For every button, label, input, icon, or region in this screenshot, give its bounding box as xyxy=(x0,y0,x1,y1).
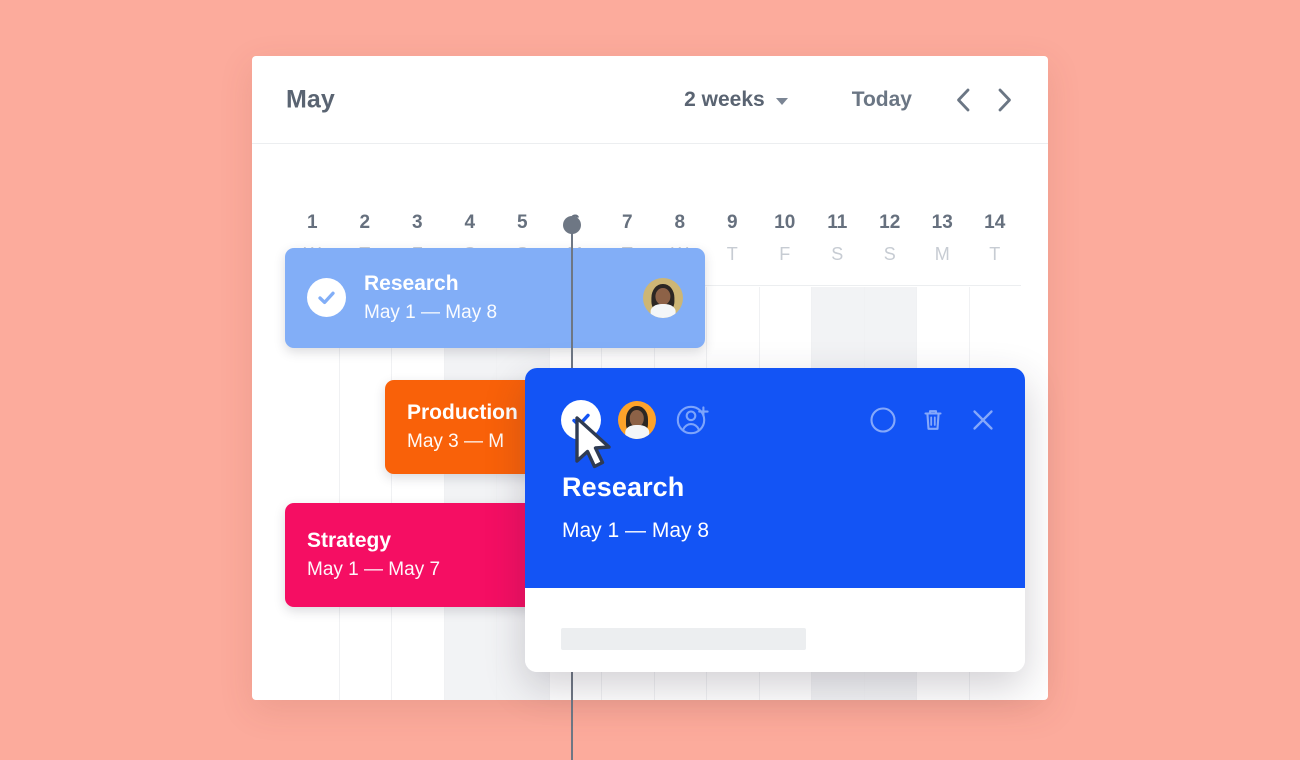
date-header-cell[interactable]: 14 T xyxy=(969,144,1022,285)
task-detail-popup: Research May 1 — May 8 xyxy=(525,368,1025,672)
date-number: 12 xyxy=(879,212,901,233)
date-weekday: F xyxy=(779,244,791,264)
toolbar-controls: 2 weeks Today xyxy=(678,81,1024,119)
chevron-right-icon xyxy=(998,88,1011,111)
date-header-cell[interactable]: 11 S xyxy=(811,144,864,285)
grid-line xyxy=(496,287,497,700)
date-number: 13 xyxy=(931,212,953,233)
date-header-cell[interactable]: 10 F xyxy=(759,144,812,285)
chevron-down-icon xyxy=(775,97,788,105)
range-select-dropdown[interactable]: 2 weeks xyxy=(678,84,794,116)
date-header-cell[interactable]: 12 S xyxy=(864,144,917,285)
grid-line xyxy=(391,287,392,700)
date-weekday: S xyxy=(831,244,844,264)
prev-period-button[interactable] xyxy=(944,81,982,119)
date-number: 8 xyxy=(674,212,686,233)
date-number: 3 xyxy=(411,212,423,233)
popup-body xyxy=(525,588,1025,672)
close-icon xyxy=(973,410,993,430)
avatar[interactable] xyxy=(643,277,683,318)
task-bar-research[interactable]: Research May 1 — May 8 xyxy=(285,248,705,348)
date-number: 11 xyxy=(827,212,848,233)
date-header-cell[interactable]: 9T xyxy=(706,144,759,285)
grid-line xyxy=(338,287,340,700)
grid-line xyxy=(443,287,445,700)
popup-content-placeholder xyxy=(561,628,806,650)
date-number: 5 xyxy=(516,212,528,233)
close-button[interactable] xyxy=(969,406,997,434)
check-circle-icon xyxy=(318,292,335,305)
chevron-left-icon xyxy=(957,88,970,111)
trash-icon xyxy=(924,410,942,430)
next-period-button[interactable] xyxy=(986,81,1024,119)
avatar-illustration xyxy=(643,278,683,318)
date-weekday: T xyxy=(989,244,1001,264)
date-number: 14 xyxy=(984,212,1006,233)
popup-task-dates: May 1 — May 8 xyxy=(562,519,710,542)
avatar[interactable] xyxy=(618,401,656,439)
check-circle-icon xyxy=(572,413,590,427)
avatar-illustration xyxy=(618,401,656,439)
add-person-icon xyxy=(676,405,709,435)
today-button[interactable]: Today xyxy=(846,84,918,116)
date-number: 9 xyxy=(726,212,738,233)
task-dates: May 1 — May 8 xyxy=(364,302,498,324)
toolbar: May 2 weeks Today xyxy=(252,56,1048,144)
popup-header: Research May 1 — May 8 xyxy=(525,368,1025,588)
date-number: 1 xyxy=(306,212,318,233)
date-weekday: M xyxy=(934,244,950,264)
today-marker-dot xyxy=(563,216,581,234)
date-number: 7 xyxy=(621,212,633,233)
range-select-label: 2 weeks xyxy=(684,87,765,111)
date-number: 10 xyxy=(774,212,796,233)
task-complete-toggle[interactable] xyxy=(307,278,346,318)
popup-complete-toggle[interactable] xyxy=(561,400,601,440)
date-number: 4 xyxy=(464,212,476,233)
popup-task-title: Research xyxy=(562,472,685,502)
color-circle-icon xyxy=(870,407,896,433)
date-number: 2 xyxy=(359,212,371,233)
add-person-button[interactable] xyxy=(675,402,711,438)
delete-button[interactable] xyxy=(919,406,947,434)
date-weekday: S xyxy=(883,244,896,264)
task-name: Research xyxy=(364,272,459,295)
date-weekday: T xyxy=(726,244,738,264)
popup-action-bar xyxy=(561,398,997,442)
date-header-cell[interactable]: 13 M xyxy=(916,144,969,285)
color-picker-button[interactable] xyxy=(869,406,897,434)
page-title: May xyxy=(286,85,335,113)
